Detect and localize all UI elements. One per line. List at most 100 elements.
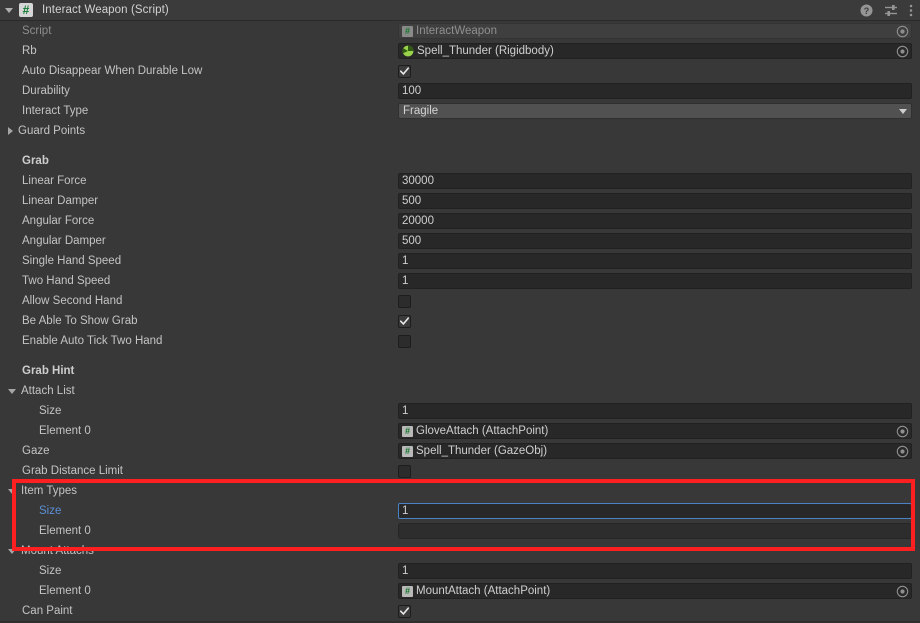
check-icon — [400, 66, 409, 75]
property-row[interactable]: Attach List — [0, 381, 920, 401]
object-picker-icon[interactable] — [896, 585, 909, 598]
object-reference-field[interactable]: Spell_Thunder (Rigidbody) — [398, 43, 912, 59]
property-row[interactable]: Linear Force 30000 — [0, 171, 920, 191]
property-row[interactable]: Gaze # Spell_Thunder (GazeObj) — [0, 441, 920, 461]
component-title: Interact Weapon (Script) — [42, 4, 169, 16]
number-input[interactable]: 1 — [398, 403, 912, 419]
property-label: Durability — [22, 85, 70, 97]
property-label-cell: Gaze — [0, 441, 398, 461]
property-row[interactable]: Interact Type Fragile — [0, 101, 920, 121]
help-icon[interactable]: ? — [860, 4, 873, 17]
property-row[interactable]: Grab Distance Limit — [0, 461, 920, 481]
property-label: Size — [39, 505, 62, 517]
object-picker-icon[interactable] — [896, 45, 909, 58]
chevron-down-icon[interactable] — [8, 488, 16, 494]
property-field-cell — [398, 291, 920, 311]
preset-icon[interactable] — [884, 4, 898, 17]
section-header-row[interactable]: Grab Hint — [0, 361, 920, 381]
checkbox-toggle[interactable] — [398, 294, 411, 308]
property-row[interactable]: Element 0 — [0, 521, 920, 541]
property-label-cell: Element 0 — [0, 581, 398, 601]
component-header[interactable]: # Interact Weapon (Script) ? — [0, 0, 920, 21]
property-row[interactable]: Size 1 — [0, 401, 920, 421]
property-row[interactable]: Be Able To Show Grab — [0, 311, 920, 331]
property-row[interactable]: Script # InteractWeapon — [0, 21, 920, 41]
property-row — [0, 141, 920, 151]
object-picker-icon[interactable] — [896, 25, 909, 38]
property-field-cell: # Spell_Thunder (GazeObj) — [398, 441, 920, 461]
property-label: Guard Points — [18, 125, 86, 137]
number-input[interactable]: 100 — [398, 83, 912, 99]
property-row[interactable]: Can Paint — [0, 601, 920, 621]
property-label: Rb — [22, 45, 37, 57]
object-reference-field[interactable]: # Spell_Thunder (GazeObj) — [398, 443, 912, 459]
object-picker-icon[interactable] — [896, 425, 909, 438]
property-field-cell — [398, 331, 920, 351]
property-row[interactable]: Allow Second Hand — [0, 291, 920, 311]
property-row[interactable]: Durability 100 — [0, 81, 920, 101]
property-label: Mount Attachs — [21, 545, 94, 557]
property-field-cell: # GloveAttach (AttachPoint) — [398, 421, 920, 441]
property-row[interactable]: Enable Auto Tick Two Hand — [0, 331, 920, 351]
property-row[interactable]: Auto Disappear When Durable Low — [0, 61, 920, 81]
property-row[interactable]: Element 0 # MountAttach (AttachPoint) — [0, 581, 920, 601]
property-field-cell — [398, 361, 920, 381]
property-label: Angular Force — [22, 215, 95, 227]
component-foldout-arrow-icon[interactable] — [5, 7, 13, 13]
property-row[interactable]: Element 0 # GloveAttach (AttachPoint) — [0, 421, 920, 441]
property-rows: Script # InteractWeapon Rb Spell_Thunder (Ri… — [0, 21, 920, 621]
object-reference-field[interactable]: # MountAttach (AttachPoint) — [398, 583, 912, 599]
section-header-row[interactable]: Grab — [0, 151, 920, 171]
object-reference-field[interactable]: # InteractWeapon — [398, 23, 912, 39]
enum-dropdown[interactable]: Fragile — [398, 103, 912, 119]
more-menu-icon[interactable] — [909, 4, 913, 17]
checkbox-toggle[interactable] — [398, 64, 411, 78]
number-input[interactable]: 30000 — [398, 173, 912, 189]
chevron-down-icon[interactable] — [8, 548, 16, 554]
number-input[interactable]: 500 — [398, 193, 912, 209]
script-asset-icon: # — [402, 25, 413, 37]
property-row[interactable]: Rb Spell_Thunder (Rigidbody) — [0, 41, 920, 61]
enum-selected-value: Fragile — [403, 105, 439, 117]
property-field-cell — [398, 121, 920, 141]
property-row[interactable]: Mount Attachs — [0, 541, 920, 561]
property-label-cell: Auto Disappear When Durable Low — [0, 61, 398, 81]
empty-object-field[interactable] — [398, 523, 912, 539]
object-reference-name: InteractWeapon — [416, 25, 497, 37]
property-row[interactable]: Size 1 — [0, 501, 920, 521]
property-label-cell: Size — [0, 561, 398, 581]
number-input[interactable]: 1 — [398, 273, 912, 289]
property-row — [0, 351, 920, 361]
checkbox-toggle[interactable] — [398, 314, 411, 328]
number-input[interactable]: 1 — [398, 253, 912, 269]
property-label-cell: Two Hand Speed — [0, 271, 398, 291]
object-reference-field[interactable]: # GloveAttach (AttachPoint) — [398, 423, 912, 439]
property-row[interactable]: Guard Points — [0, 121, 920, 141]
property-label: Auto Disappear When Durable Low — [22, 65, 203, 77]
property-label-cell: Size — [0, 401, 398, 421]
checkbox-toggle[interactable] — [398, 464, 411, 478]
svg-text:?: ? — [864, 6, 870, 16]
number-input[interactable]: 500 — [398, 233, 912, 249]
number-input[interactable]: 1 — [398, 563, 912, 579]
chevron-down-icon — [899, 108, 907, 114]
number-input[interactable]: 20000 — [398, 213, 912, 229]
property-row[interactable]: Size 1 — [0, 561, 920, 581]
checkbox-toggle[interactable] — [398, 334, 411, 348]
checkbox-toggle[interactable] — [398, 604, 411, 618]
property-label: Element 0 — [39, 525, 91, 537]
property-field-cell: 500 — [398, 231, 920, 251]
property-row[interactable]: Single Hand Speed 1 — [0, 251, 920, 271]
chevron-right-icon[interactable] — [8, 127, 13, 135]
object-picker-icon[interactable] — [896, 445, 909, 458]
property-row[interactable]: Two Hand Speed 1 — [0, 271, 920, 291]
property-row[interactable]: Item Types — [0, 481, 920, 501]
property-label-cell: Allow Second Hand — [0, 291, 398, 311]
header-icon-group: ? — [860, 0, 913, 21]
property-row[interactable]: Linear Damper 500 — [0, 191, 920, 211]
property-row[interactable]: Angular Damper 500 — [0, 231, 920, 251]
chevron-down-icon[interactable] — [8, 388, 16, 394]
property-row[interactable]: Angular Force 20000 — [0, 211, 920, 231]
number-input[interactable]: 1 — [398, 503, 912, 519]
property-field-cell: # InteractWeapon — [398, 21, 920, 41]
